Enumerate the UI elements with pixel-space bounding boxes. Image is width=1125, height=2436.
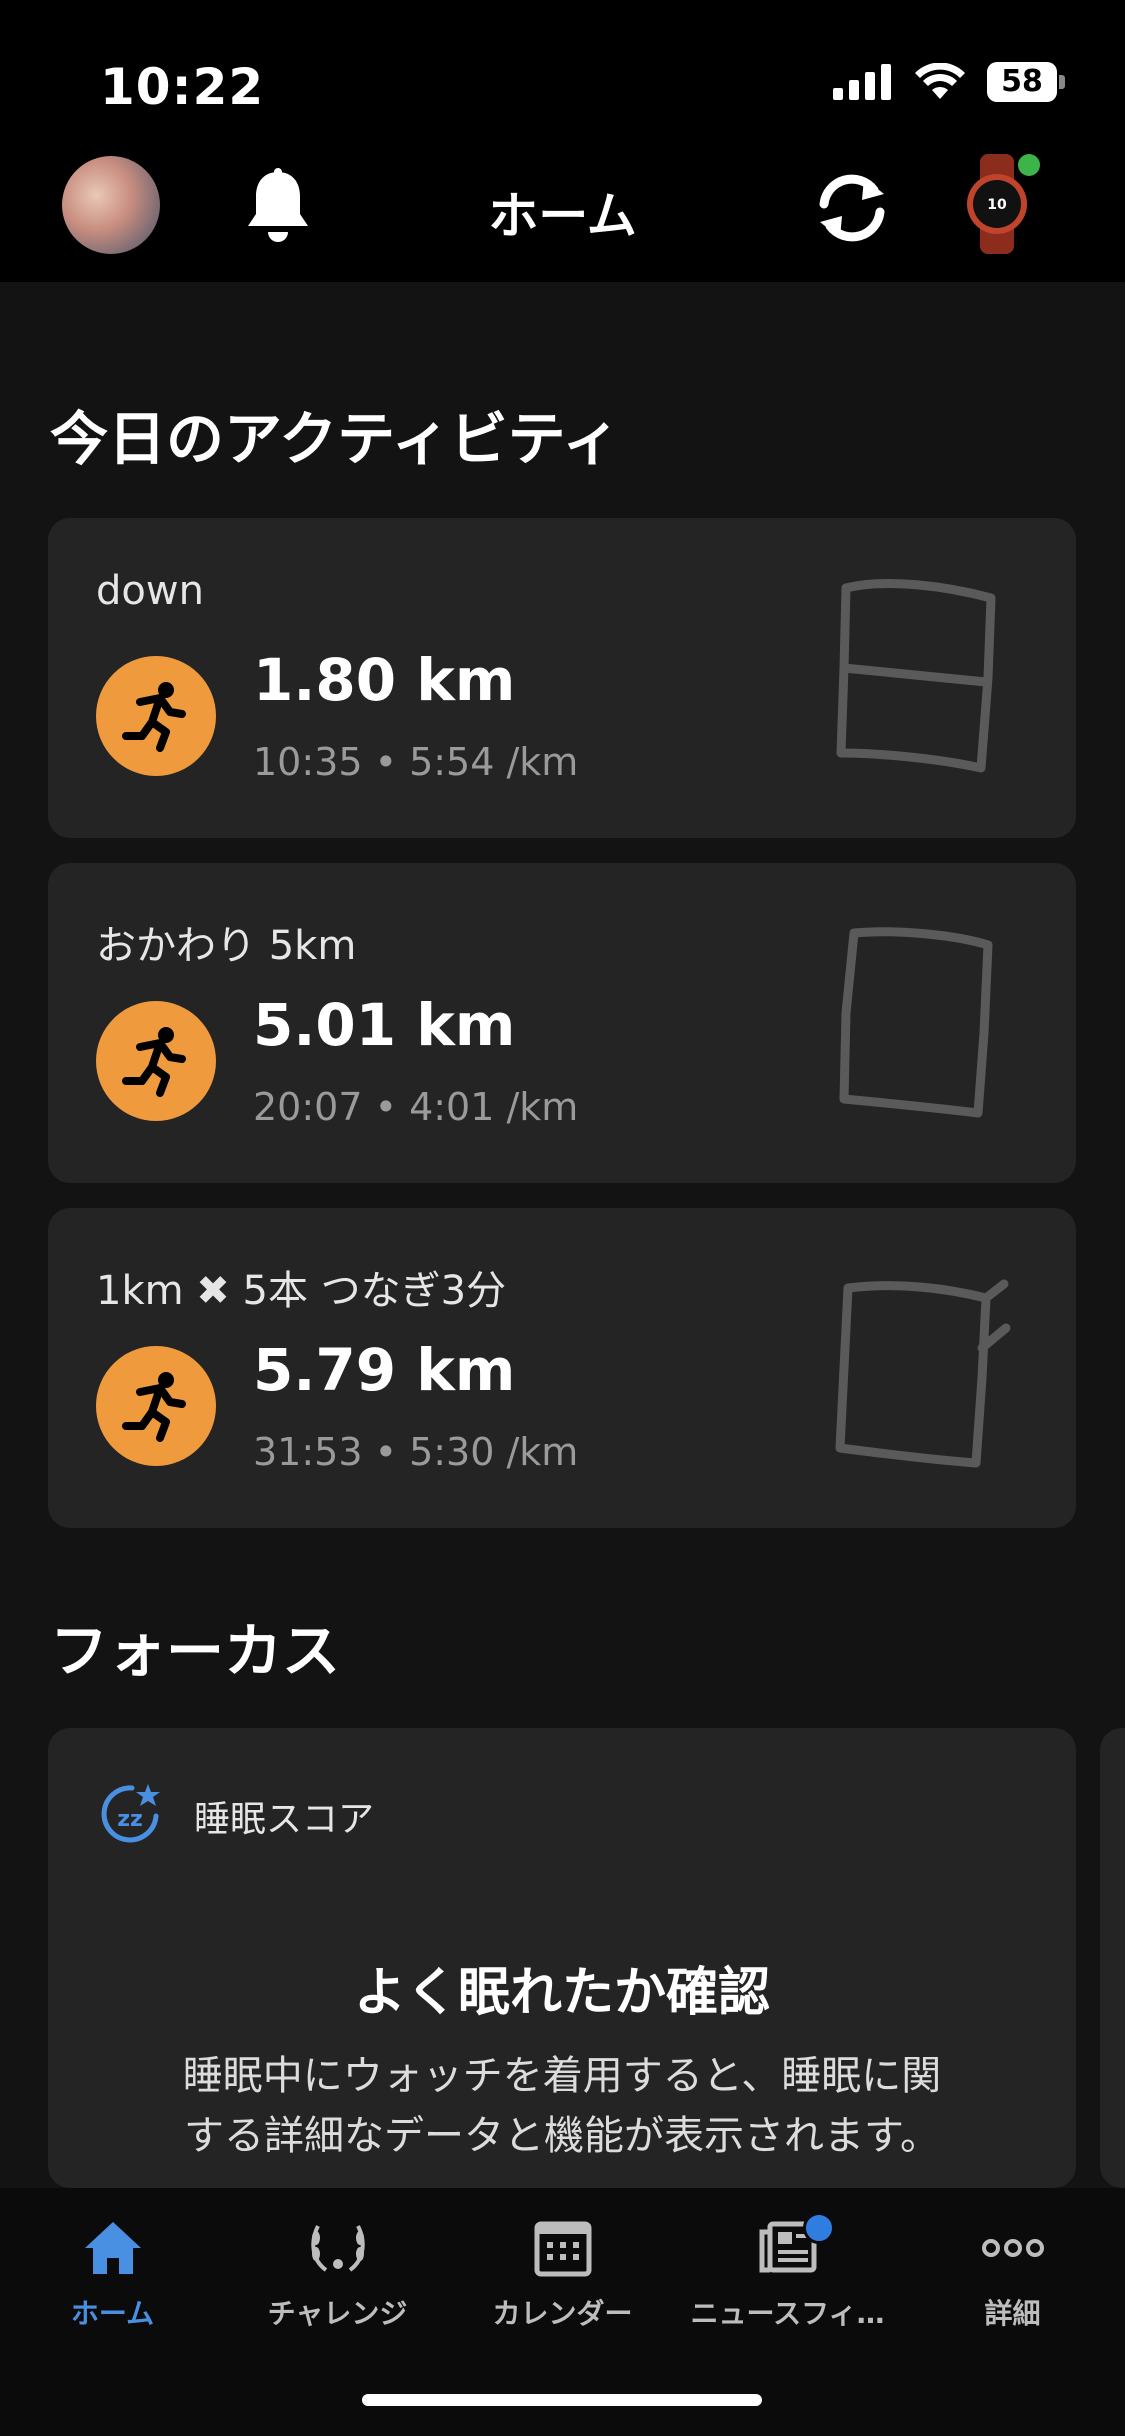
svg-text:10: 10 <box>987 197 1007 213</box>
activity-card[interactable]: down 1.80 km 10:35 • 5:54 /km <box>48 518 1076 838</box>
tab-more[interactable]: 詳細 <box>900 2218 1125 2332</box>
tab-label: ニュースフィ… <box>690 2297 885 2330</box>
home-icon <box>84 2222 141 2274</box>
svg-text:zz: zz <box>117 1807 143 1832</box>
tab-label: 詳細 <box>984 2297 1041 2330</box>
calendar-icon <box>534 2221 591 2277</box>
sleep-score-card[interactable]: zz 睡眠スコア よく眠れたか確認 睡眠中にウォッチを着用すると、睡眠に関 する… <box>48 1728 1076 2188</box>
sync-icon[interactable] <box>812 170 892 246</box>
tab-challenges[interactable]: チャレンジ <box>225 2218 450 2332</box>
focus-heading: よく眠れたか確認 <box>353 1963 770 2023</box>
activity-name: 1km ✖ 5本 つなぎ3分 <box>96 1268 507 1314</box>
device-connected-indicator <box>1018 154 1040 176</box>
status-time: 10:22 <box>100 58 265 116</box>
focus-card-label: 睡眠スコア <box>194 1799 375 1840</box>
activity-meta: 10:35 • 5:54 /km <box>253 740 579 784</box>
tab-label: ホーム <box>70 2297 155 2330</box>
tab-newsfeed[interactable]: ニュースフィ… <box>675 2212 900 2332</box>
route-map-thumbnail <box>839 927 993 1118</box>
running-icon <box>96 1001 216 1121</box>
app-header: ホーム 10 <box>0 140 1125 282</box>
home-indicator <box>362 2394 762 2406</box>
laurel-icon <box>310 2225 365 2272</box>
activity-card[interactable]: おかわり 5km 5.01 km 20:07 • 4:01 /km <box>48 863 1076 1183</box>
activity-distance: 5.79 km <box>253 1336 516 1404</box>
focus-description-line: 睡眠中にウォッチを着用すると、睡眠に関 <box>182 2053 942 2099</box>
route-map-thumbnail <box>835 1279 1011 1468</box>
activities-section-title: 今日のアクティビティ <box>50 405 621 473</box>
battery-icon: 58 <box>987 62 1065 102</box>
next-focus-card[interactable] <box>1100 1728 1125 2188</box>
activity-meta: 20:07 • 4:01 /km <box>253 1085 579 1129</box>
notification-badge <box>803 2212 835 2244</box>
status-icons: 58 <box>833 62 1065 102</box>
tab-calendar[interactable]: カレンダー <box>450 2218 675 2332</box>
tab-label: チャレンジ <box>267 2297 408 2330</box>
focus-description-line: する詳細なデータと機能が表示されます。 <box>184 2113 940 2159</box>
tab-label: カレンダー <box>492 2297 633 2330</box>
focus-description: 睡眠中にウォッチを着用すると、睡眠に関 する詳細なデータと機能が表示されます。 <box>48 2046 1076 2166</box>
wifi-icon <box>915 63 965 99</box>
running-icon <box>96 1346 216 1466</box>
activity-name: down <box>96 568 204 614</box>
focus-section-title: フォーカス <box>50 1617 341 1685</box>
activity-distance: 5.01 km <box>253 991 516 1059</box>
activity-distance: 1.80 km <box>253 646 516 714</box>
status-bar: 10:22 58 <box>0 0 1125 140</box>
activity-meta: 31:53 • 5:30 /km <box>253 1430 579 1474</box>
battery-level: 58 <box>1001 64 1043 99</box>
route-map-thumbnail <box>836 578 996 773</box>
sleep-icon: zz <box>101 1784 160 1843</box>
running-icon <box>96 656 216 776</box>
activity-card[interactable]: 1km ✖ 5本 つなぎ3分 5.79 km 31:53 • 5:30 /km <box>48 1208 1076 1528</box>
cellular-signal-icon <box>833 64 891 100</box>
more-icon <box>981 2239 1044 2257</box>
tab-home[interactable]: ホーム <box>0 2218 225 2332</box>
page-title: ホーム <box>488 187 637 245</box>
activity-name: おかわり 5km <box>96 923 357 969</box>
